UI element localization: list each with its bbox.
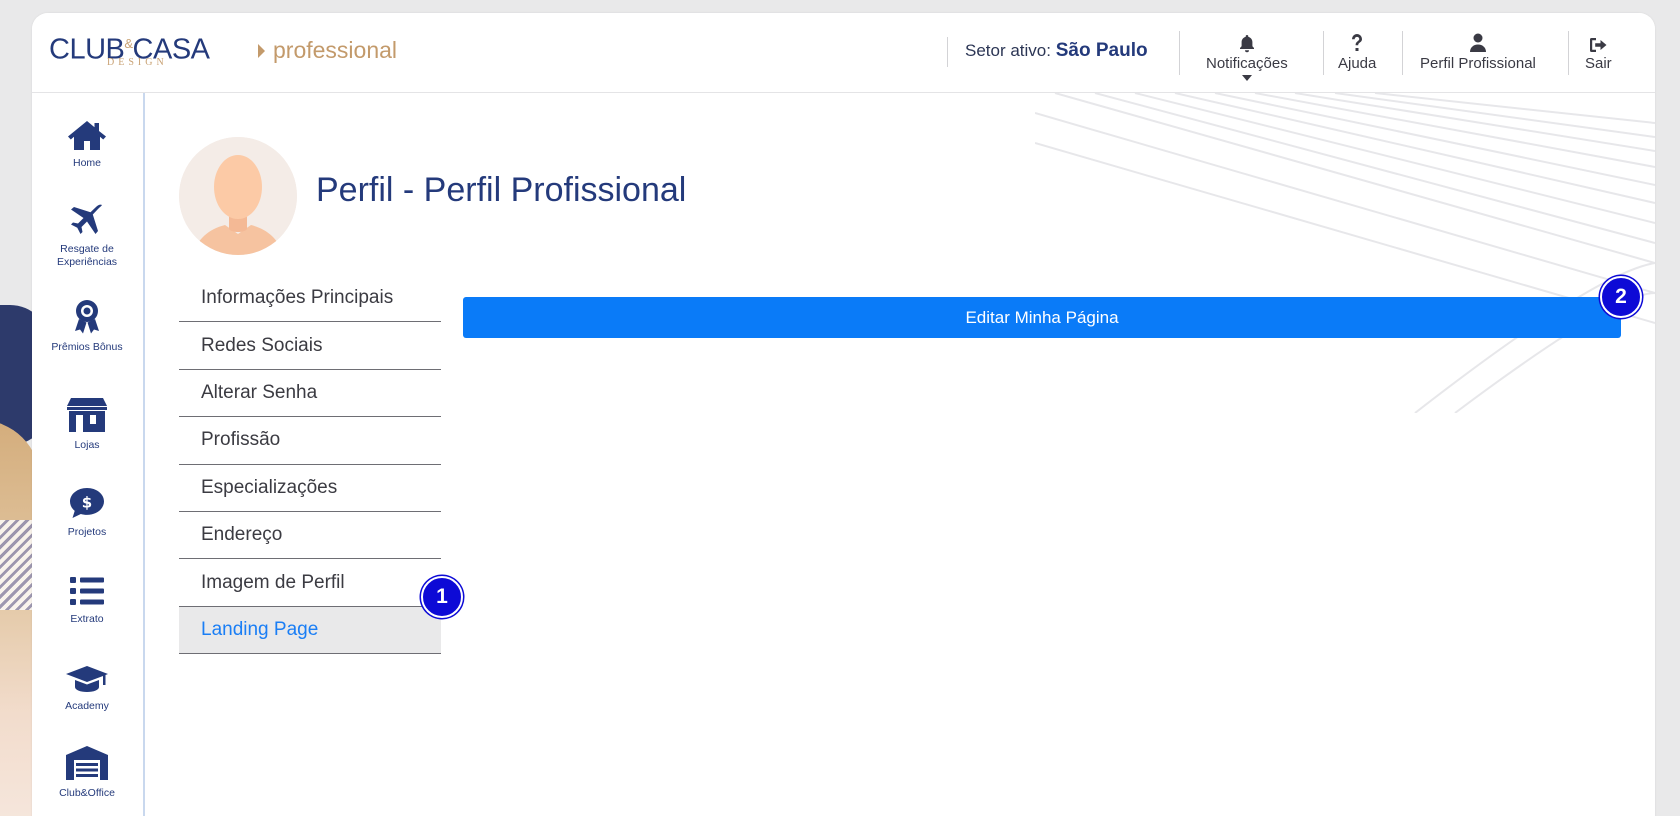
sector-label: Setor ativo: (965, 41, 1051, 60)
help-button[interactable]: Ajuda (1338, 31, 1376, 72)
page-title: Perfil - Perfil Profissional (316, 171, 687, 209)
bell-icon (1238, 31, 1256, 53)
sidebar-item-stores[interactable]: Lojas (32, 393, 142, 452)
sidebar-item-projects[interactable]: $ Projetos (32, 480, 142, 539)
menu-item-profession[interactable]: Profissão (179, 417, 441, 465)
sidebar-item-statement[interactable]: Extrato (32, 567, 142, 626)
active-sector: Setor ativo: São Paulo (965, 40, 1148, 62)
menu-item-profile-image[interactable]: Imagem de Perfil (179, 559, 441, 607)
menu-item-landing-page[interactable]: Landing Page (179, 606, 441, 655)
home-icon (67, 111, 107, 151)
header-divider (1179, 31, 1180, 75)
sidebar-item-experiences[interactable]: Resgate de Experiências (32, 197, 142, 269)
list-icon (68, 567, 106, 607)
logo-subtitle: DESIGN (107, 57, 168, 68)
menu-item-main-info[interactable]: Informações Principais (179, 275, 441, 323)
airplane-icon (68, 197, 106, 237)
menu-item-specializations[interactable]: Especializações (179, 465, 441, 512)
menu-item-social-networks[interactable]: Redes Sociais (179, 322, 441, 370)
edit-my-page-button[interactable]: Editar Minha Página (463, 297, 1621, 338)
logout-button[interactable]: Sair (1585, 31, 1612, 72)
svg-text:$: $ (82, 494, 92, 512)
sidebar-item-club-office[interactable]: Club&Office (32, 741, 142, 800)
graduation-cap-icon (65, 654, 109, 694)
user-icon (1469, 31, 1487, 53)
sector-value: São Paulo (1055, 40, 1148, 61)
avatar (179, 137, 297, 255)
profile-menu: Informações Principais Redes Sociais Alt… (179, 275, 441, 655)
notifications-button[interactable]: Notificações (1206, 31, 1288, 81)
triangle-right-icon (258, 44, 265, 58)
annotation-badge-2: 2 (1600, 276, 1642, 318)
dollar-chat-icon: $ (68, 480, 106, 520)
header-divider (1568, 31, 1569, 75)
main-content: Perfil - Perfil Profissional Informações… (147, 93, 1655, 816)
product-name: professional (258, 37, 397, 64)
header-divider (1402, 31, 1403, 75)
sidebar-item-home[interactable]: Home (32, 111, 142, 170)
header-divider (947, 37, 948, 67)
sidebar-item-academy[interactable]: Academy (32, 654, 142, 713)
store-icon (66, 393, 108, 433)
sidebar: Home Resgate de Experiências Prêmios Bôn… (32, 93, 145, 816)
question-mark-icon (1350, 31, 1364, 53)
top-header: CLUB&CASA DESIGN professional Setor ativ… (32, 13, 1655, 93)
background-line-pattern (1035, 93, 1655, 413)
default-user-icon (179, 137, 297, 255)
app-window: CLUB&CASA DESIGN professional Setor ativ… (32, 13, 1655, 816)
professional-profile-button[interactable]: Perfil Profissional (1420, 31, 1536, 72)
award-ribbon-icon (72, 295, 102, 335)
background-decoration-stripes (0, 520, 34, 610)
garage-icon (65, 741, 109, 781)
sign-out-icon (1589, 31, 1608, 53)
menu-item-address[interactable]: Endereço (179, 512, 441, 560)
sidebar-item-prizes[interactable]: Prêmios Bônus (32, 295, 142, 354)
menu-item-change-password[interactable]: Alterar Senha (179, 370, 441, 418)
annotation-badge-1: 1 (421, 576, 463, 618)
header-divider (1323, 31, 1324, 75)
club-casa-logo[interactable]: CLUB&CASA DESIGN (49, 29, 227, 73)
chevron-down-icon (1241, 75, 1252, 81)
